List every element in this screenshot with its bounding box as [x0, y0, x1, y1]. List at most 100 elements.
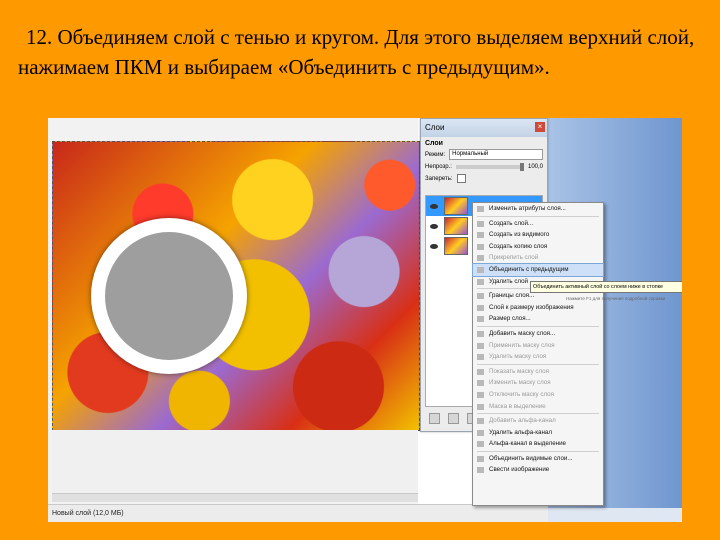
menu-item-label: Объединить с предыдущим — [489, 265, 569, 273]
tooltip: Объединить активный слой со слоем ниже в… — [530, 281, 682, 293]
gimp-screenshot: Новый слой (12,0 МБ) Слои × Слои Режим: … — [48, 118, 682, 522]
caption-text: 12. Объединяем слой с тенью и кругом. Дл… — [18, 25, 695, 79]
opacity-value[interactable]: 100,0 — [528, 164, 543, 170]
menu-item-label: Свести изображение — [489, 466, 550, 474]
eye-icon[interactable] — [430, 223, 438, 229]
menu-item-icon — [477, 455, 484, 462]
menu-item[interactable]: Свести изображение — [473, 464, 603, 476]
menu-item[interactable]: Добавить альфа-канал — [473, 415, 603, 427]
menu-item-icon — [477, 429, 484, 436]
layer-thumbnail — [444, 237, 468, 255]
layer-thumbnail — [444, 197, 468, 215]
horizontal-scrollbar[interactable] — [52, 493, 418, 502]
menu-separator — [477, 325, 599, 327]
menu-item-icon — [477, 293, 484, 300]
lock-label: Запереть: — [425, 175, 453, 182]
eye-icon[interactable] — [430, 203, 438, 209]
menu-item-label: Границы слоя... — [489, 292, 535, 300]
menu-item-label: Создать слой... — [489, 219, 534, 227]
menu-separator — [477, 363, 599, 365]
white-ring-circle — [91, 218, 247, 374]
menu-item[interactable]: Удалить альфа-канал — [473, 427, 603, 439]
menu-item-label: Создать из видимого — [489, 231, 550, 239]
menu-item-icon — [477, 467, 484, 474]
menu-item-icon — [477, 330, 484, 337]
gray-circle — [105, 232, 233, 360]
menu-item[interactable]: Изменить атрибуты слоя... — [473, 203, 603, 215]
menu-item-label: Прикрепить слой — [489, 254, 539, 262]
menu-item-label: Объединить видимые слои... — [489, 454, 573, 462]
menu-item[interactable]: Создать из видимого — [473, 229, 603, 241]
menu-item-label: Изменить атрибуты слоя... — [489, 205, 566, 212]
opacity-label: Непрозр.: — [425, 164, 452, 170]
menu-item[interactable]: Применить маску слоя — [473, 340, 603, 352]
menu-item-icon — [477, 266, 484, 273]
taskbar-tray — [548, 508, 682, 522]
menu-item[interactable]: Изменить маску слоя — [473, 377, 603, 389]
menu-item-icon — [477, 206, 484, 212]
menu-item[interactable]: Показать маску слоя — [473, 366, 603, 378]
tooltip-hint: Нажмите F1 для получения подробной справ… — [566, 296, 666, 301]
menu-item-icon — [477, 278, 484, 285]
menu-item-label: Добавить маску слоя... — [489, 329, 556, 337]
mode-select[interactable]: Нормальный — [449, 149, 543, 160]
layers-dialog-title: Слои — [421, 119, 547, 137]
menu-item-label: Удалить слой — [489, 277, 529, 285]
menu-item-icon — [477, 232, 484, 239]
menu-item[interactable]: Объединить видимые слои... — [473, 453, 603, 465]
layers-tab[interactable]: Слои — [421, 137, 547, 147]
menu-item-label: Изменить маску слоя — [489, 379, 551, 387]
mode-label: Режим: — [425, 151, 446, 158]
mode-row: Режим: Нормальный — [421, 147, 547, 162]
menu-item-icon — [477, 354, 484, 361]
menu-item[interactable]: Размер слоя... — [473, 313, 603, 325]
lock-row: Запереть: — [421, 172, 547, 185]
menu-item-label: Альфа-канал в выделение — [489, 440, 566, 448]
menu-item-icon — [477, 391, 484, 398]
menu-separator — [477, 450, 599, 452]
menu-item-icon — [477, 220, 484, 227]
menu-separator — [477, 215, 599, 217]
menu-item[interactable]: Прикрепить слой — [473, 252, 603, 264]
new-layer-icon[interactable] — [429, 413, 440, 424]
menu-item[interactable]: Удалить маску слоя — [473, 351, 603, 363]
menu-item-label: Удалить альфа-канал — [489, 428, 552, 436]
image-canvas[interactable] — [52, 141, 420, 431]
close-icon[interactable]: × — [535, 122, 545, 132]
menu-item-icon — [477, 441, 484, 448]
menu-item[interactable]: Объединить с предыдущим — [472, 263, 604, 277]
menu-item[interactable]: Создать слой... — [473, 218, 603, 230]
opacity-slider[interactable] — [455, 163, 525, 171]
menu-item[interactable]: Создать копию слоя — [473, 241, 603, 253]
menu-item-label: Маска в выделение — [489, 402, 546, 410]
canvas-empty-area — [52, 430, 418, 500]
lock-checkbox[interactable] — [456, 174, 466, 183]
raise-layer-icon[interactable] — [448, 413, 459, 424]
layer-context-menu: Изменить атрибуты слоя... Создать слой...… — [472, 202, 604, 506]
menu-item-icon — [477, 368, 484, 375]
menu-item-label: Размер слоя... — [489, 315, 531, 323]
menu-item-icon — [477, 243, 484, 250]
menu-item-label: Слой к размеру изображения — [489, 303, 574, 311]
menu-item-label: Отключить маску слоя — [489, 390, 554, 398]
menu-item-label: Применить маску слоя — [489, 341, 555, 349]
menu-item-icon — [477, 380, 484, 387]
menu-item-label: Создать копию слоя — [489, 242, 548, 250]
menu-item-icon — [477, 342, 484, 349]
opacity-row: Непрозр.: 100,0 — [421, 162, 547, 172]
slide-caption: 12. Объединяем слой с тенью и кругом. Дл… — [18, 22, 708, 82]
status-bar: Новый слой (12,0 МБ) — [48, 504, 552, 522]
menu-item-icon — [477, 403, 484, 410]
eye-icon[interactable] — [430, 243, 438, 249]
menu-item[interactable]: Добавить маску слоя... — [473, 328, 603, 340]
menu-item-label: Удалить маску слоя — [489, 353, 547, 361]
menu-item[interactable]: Маска в выделение — [473, 401, 603, 413]
menu-separator — [477, 413, 599, 415]
menu-item[interactable]: Альфа-канал в выделение — [473, 438, 603, 450]
menu-item-icon — [477, 255, 484, 262]
menu-item[interactable]: Отключить маску слоя — [473, 389, 603, 401]
menu-item-label: Показать маску слоя — [489, 367, 549, 375]
menu-item-icon — [477, 316, 484, 323]
menu-item-icon — [477, 304, 484, 311]
menu-item-label: Добавить альфа-канал — [489, 417, 556, 425]
